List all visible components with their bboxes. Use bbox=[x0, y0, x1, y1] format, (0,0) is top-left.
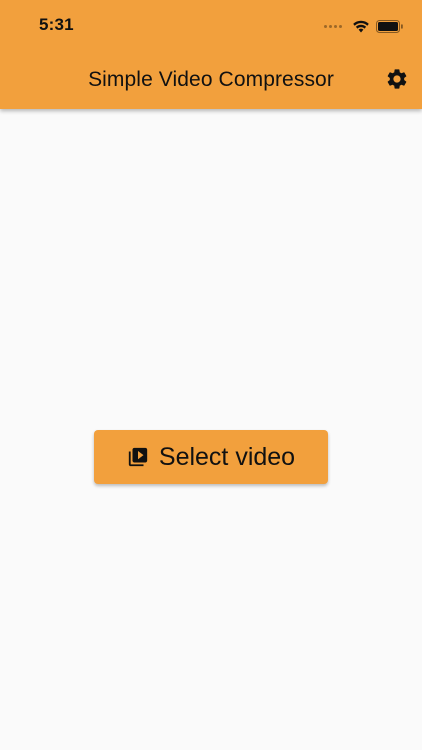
settings-button[interactable] bbox=[384, 66, 410, 92]
wifi-icon bbox=[353, 20, 369, 32]
cellular-signal-icon bbox=[324, 24, 342, 28]
select-video-button[interactable]: Select video bbox=[94, 430, 328, 484]
status-bar: 5:31 bbox=[0, 0, 422, 52]
select-video-label: Select video bbox=[158, 442, 296, 471]
app-bar: 5:31 Simple Video Compressor bbox=[0, 0, 422, 109]
status-icons bbox=[324, 16, 404, 36]
main-content: Select video bbox=[0, 109, 422, 750]
page-title: Simple Video Compressor bbox=[88, 68, 334, 91]
status-time: 5:31 bbox=[39, 15, 74, 34]
video-library-icon bbox=[127, 446, 149, 468]
toolbar: Simple Video Compressor bbox=[0, 56, 422, 104]
battery-icon bbox=[376, 19, 403, 33]
gear-icon bbox=[387, 69, 407, 89]
